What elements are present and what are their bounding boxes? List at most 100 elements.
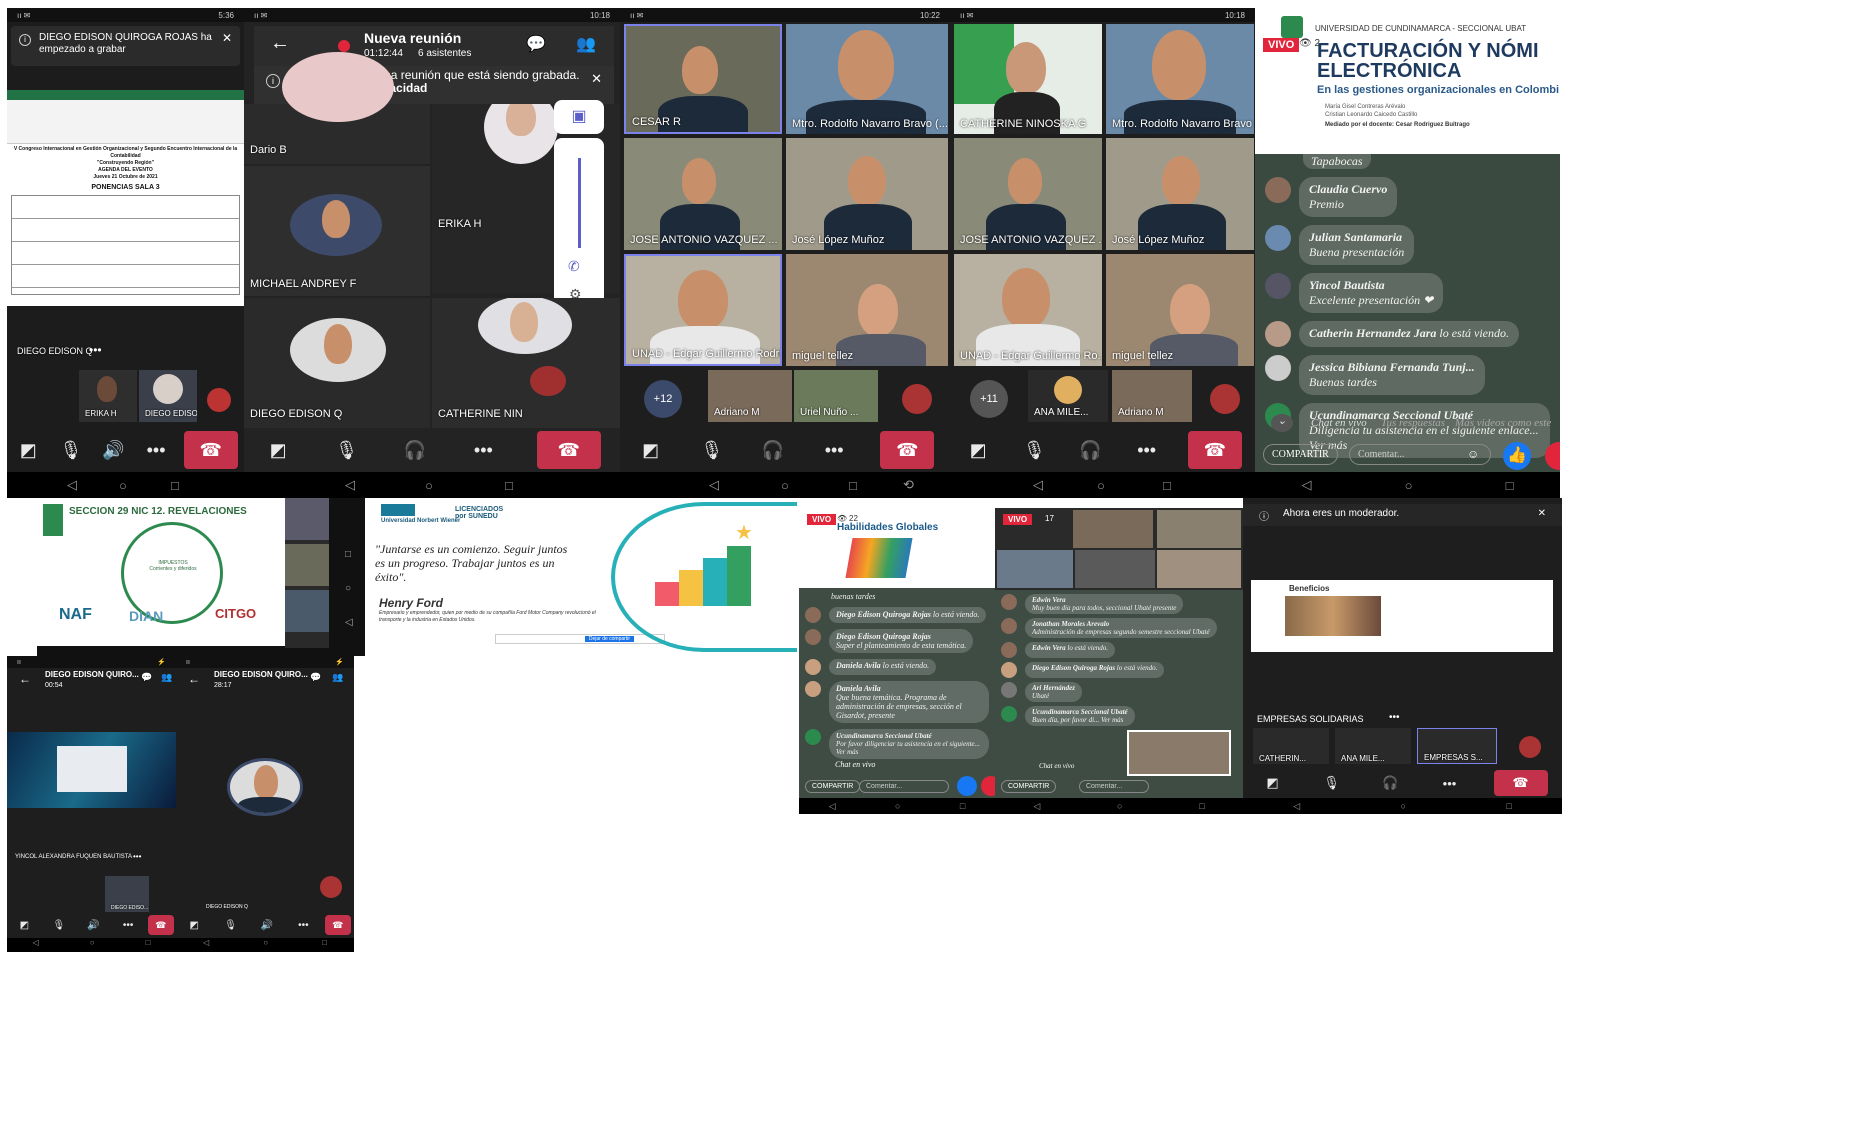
video-tile-rodolfo[interactable]: Mtro. Rodolfo Navarro Bravo (...: [1106, 24, 1254, 134]
camera-off-icon[interactable]: ◩: [263, 435, 293, 465]
speaker-icon[interactable]: 🔊: [252, 910, 282, 940]
strip-ana[interactable]: ANA MILE...: [1335, 728, 1411, 764]
more-participants-badge[interactable]: +11: [970, 380, 1008, 418]
home-nav-icon[interactable]: ○: [1401, 801, 1406, 811]
strip-uriel[interactable]: Uriel Nuño ...: [794, 370, 878, 422]
zoom-slider[interactable]: ✆ ⚙: [554, 138, 604, 310]
strip-adriano[interactable]: Adriano M: [708, 370, 792, 422]
home-nav-icon[interactable]: ○: [1117, 801, 1122, 811]
chevron-down-icon[interactable]: ⌄: [1271, 414, 1293, 432]
more-participants-badge[interactable]: +12: [644, 380, 682, 418]
back-nav-icon[interactable]: ◁: [33, 938, 39, 952]
chat-icon[interactable]: 💬: [310, 672, 321, 683]
recents-nav-icon[interactable]: □: [1199, 801, 1204, 811]
recents-nav-icon[interactable]: □: [849, 478, 857, 493]
speaker-icon[interactable]: 🔊: [98, 435, 128, 465]
home-nav-icon[interactable]: ○: [1097, 478, 1105, 493]
back-nav-icon[interactable]: ◁: [829, 801, 836, 812]
share-button[interactable]: COMPARTIR: [1263, 444, 1338, 465]
chat-icon[interactable]: 💬: [526, 34, 546, 54]
more-icon[interactable]: •••: [141, 435, 171, 465]
participant-thumb-erika[interactable]: ERIKA H: [79, 370, 137, 422]
video-tile-edgar[interactable]: UNAD - Edgar Guillermo Ro...: [954, 254, 1102, 366]
video-tile-cesar[interactable]: CESAR R: [624, 24, 782, 134]
hang-up-button[interactable]: ☎: [183, 431, 238, 469]
participant-thumb-diego[interactable]: DIEGO EDISO...: [105, 876, 149, 912]
strip-adriano[interactable]: Adriano M: [1112, 370, 1192, 422]
camera-off-icon[interactable]: ◩: [1258, 768, 1288, 798]
mic-off-icon[interactable]: 🎙: [56, 435, 86, 465]
recents-nav-icon[interactable]: □: [960, 801, 965, 811]
share-button[interactable]: COMPARTIR: [1001, 780, 1057, 793]
stop-sharing-button[interactable]: Dejar de compartir: [584, 636, 634, 642]
back-nav-icon[interactable]: ◁: [203, 938, 209, 952]
camera-off-icon[interactable]: ◩: [636, 435, 666, 465]
like-icon[interactable]: [957, 776, 977, 796]
home-nav-icon[interactable]: ○: [895, 801, 900, 811]
more-options-icon[interactable]: •••: [1389, 712, 1400, 723]
recents-nav-icon[interactable]: □: [322, 938, 327, 952]
more-icon[interactable]: •••: [288, 910, 318, 940]
mic-off-icon[interactable]: 🎙: [332, 435, 362, 465]
strip-empresas[interactable]: EMPRESAS S...: [1417, 728, 1497, 764]
more-icon[interactable]: •••: [1435, 768, 1465, 798]
back-nav-icon[interactable]: ◁: [1033, 477, 1043, 493]
back-nav-icon[interactable]: ◁: [709, 477, 719, 493]
video-tile-jose-antonio[interactable]: JOSE ANTONIO VAZQUEZ ...: [954, 138, 1102, 250]
back-arrow-icon[interactable]: ←: [188, 672, 200, 686]
recents-nav-icon[interactable]: □: [1506, 478, 1514, 493]
mic-off-icon[interactable]: 🎙: [1019, 435, 1049, 465]
close-icon[interactable]: ✕: [222, 32, 232, 44]
flip-camera-icon[interactable]: ▣: [554, 100, 604, 134]
hang-up-button[interactable]: ☎: [1187, 431, 1242, 469]
home-nav-icon[interactable]: ○: [119, 478, 127, 493]
back-arrow-icon[interactable]: ←: [270, 32, 290, 55]
video-tile-catherine[interactable]: CATHERINE NINOSKA G: [954, 24, 1102, 134]
back-nav-icon[interactable]: ◁: [1033, 801, 1040, 812]
recents-nav-icon[interactable]: □: [505, 478, 513, 493]
back-nav-icon[interactable]: ◁: [1302, 477, 1312, 493]
headset-icon[interactable]: 🎧: [1376, 768, 1406, 798]
home-nav-icon[interactable]: ○: [90, 938, 95, 952]
rotate-icon[interactable]: ⟲: [903, 477, 914, 493]
video-tile-rodolfo[interactable]: Mtro. Rodolfo Navarro Bravo (...: [786, 24, 948, 134]
participants-icon[interactable]: 👥: [161, 672, 172, 683]
back-arrow-icon[interactable]: ←: [19, 672, 31, 686]
participants-icon[interactable]: 👥: [332, 672, 343, 683]
hang-up-button[interactable]: ☎: [536, 431, 601, 469]
emoji-icon[interactable]: ☺: [1467, 447, 1479, 461]
mic-off-icon[interactable]: 🎙: [697, 435, 727, 465]
tab-your-answers[interactable]: Tus respuestas: [1381, 417, 1445, 429]
speaker-icon[interactable]: 🔊: [78, 910, 108, 940]
more-icon[interactable]: •••: [1132, 435, 1162, 465]
chat-icon[interactable]: 💬: [141, 672, 152, 683]
share-button[interactable]: COMPARTIR: [805, 780, 861, 793]
mic-off-icon[interactable]: 🎙: [216, 910, 246, 940]
more-icon[interactable]: •••: [113, 910, 143, 940]
recents-nav-icon[interactable]: □: [146, 938, 151, 952]
strip-ana[interactable]: ANA MILE...: [1028, 370, 1108, 422]
headset-icon[interactable]: 🎧: [758, 435, 788, 465]
like-icon[interactable]: 👍: [1503, 442, 1531, 470]
camera-off-icon[interactable]: ◩: [9, 910, 39, 940]
recents-nav-icon[interactable]: □: [1506, 801, 1511, 811]
home-nav-icon[interactable]: ○: [1405, 478, 1413, 493]
back-nav-icon[interactable]: ◁: [67, 477, 77, 493]
hang-up-button[interactable]: ☎: [880, 431, 935, 469]
home-nav-icon[interactable]: ○: [781, 478, 789, 493]
close-icon[interactable]: ✕: [591, 72, 602, 85]
home-nav-icon[interactable]: ○: [263, 938, 268, 952]
mic-off-icon[interactable]: 🎙: [1317, 768, 1347, 798]
video-tile-miguel[interactable]: miguel tellez: [1106, 254, 1254, 366]
video-tile-jose-lopez[interactable]: José López Muñoz: [786, 138, 948, 250]
headset-icon[interactable]: 🎧: [400, 435, 430, 465]
tile-diego[interactable]: DIEGO EDISON Q: [244, 298, 430, 428]
tab-more-videos[interactable]: Más videos como este: [1455, 417, 1551, 429]
close-icon[interactable]: ✕: [1538, 508, 1546, 519]
comment-input[interactable]: Comentar...: [859, 780, 949, 793]
more-options-icon[interactable]: •••: [89, 343, 102, 357]
more-options-icon[interactable]: •••: [133, 852, 141, 861]
back-nav-icon[interactable]: ◁: [345, 477, 355, 493]
camera-off-icon[interactable]: ◩: [13, 435, 43, 465]
phone-icon[interactable]: ✆: [568, 258, 580, 275]
